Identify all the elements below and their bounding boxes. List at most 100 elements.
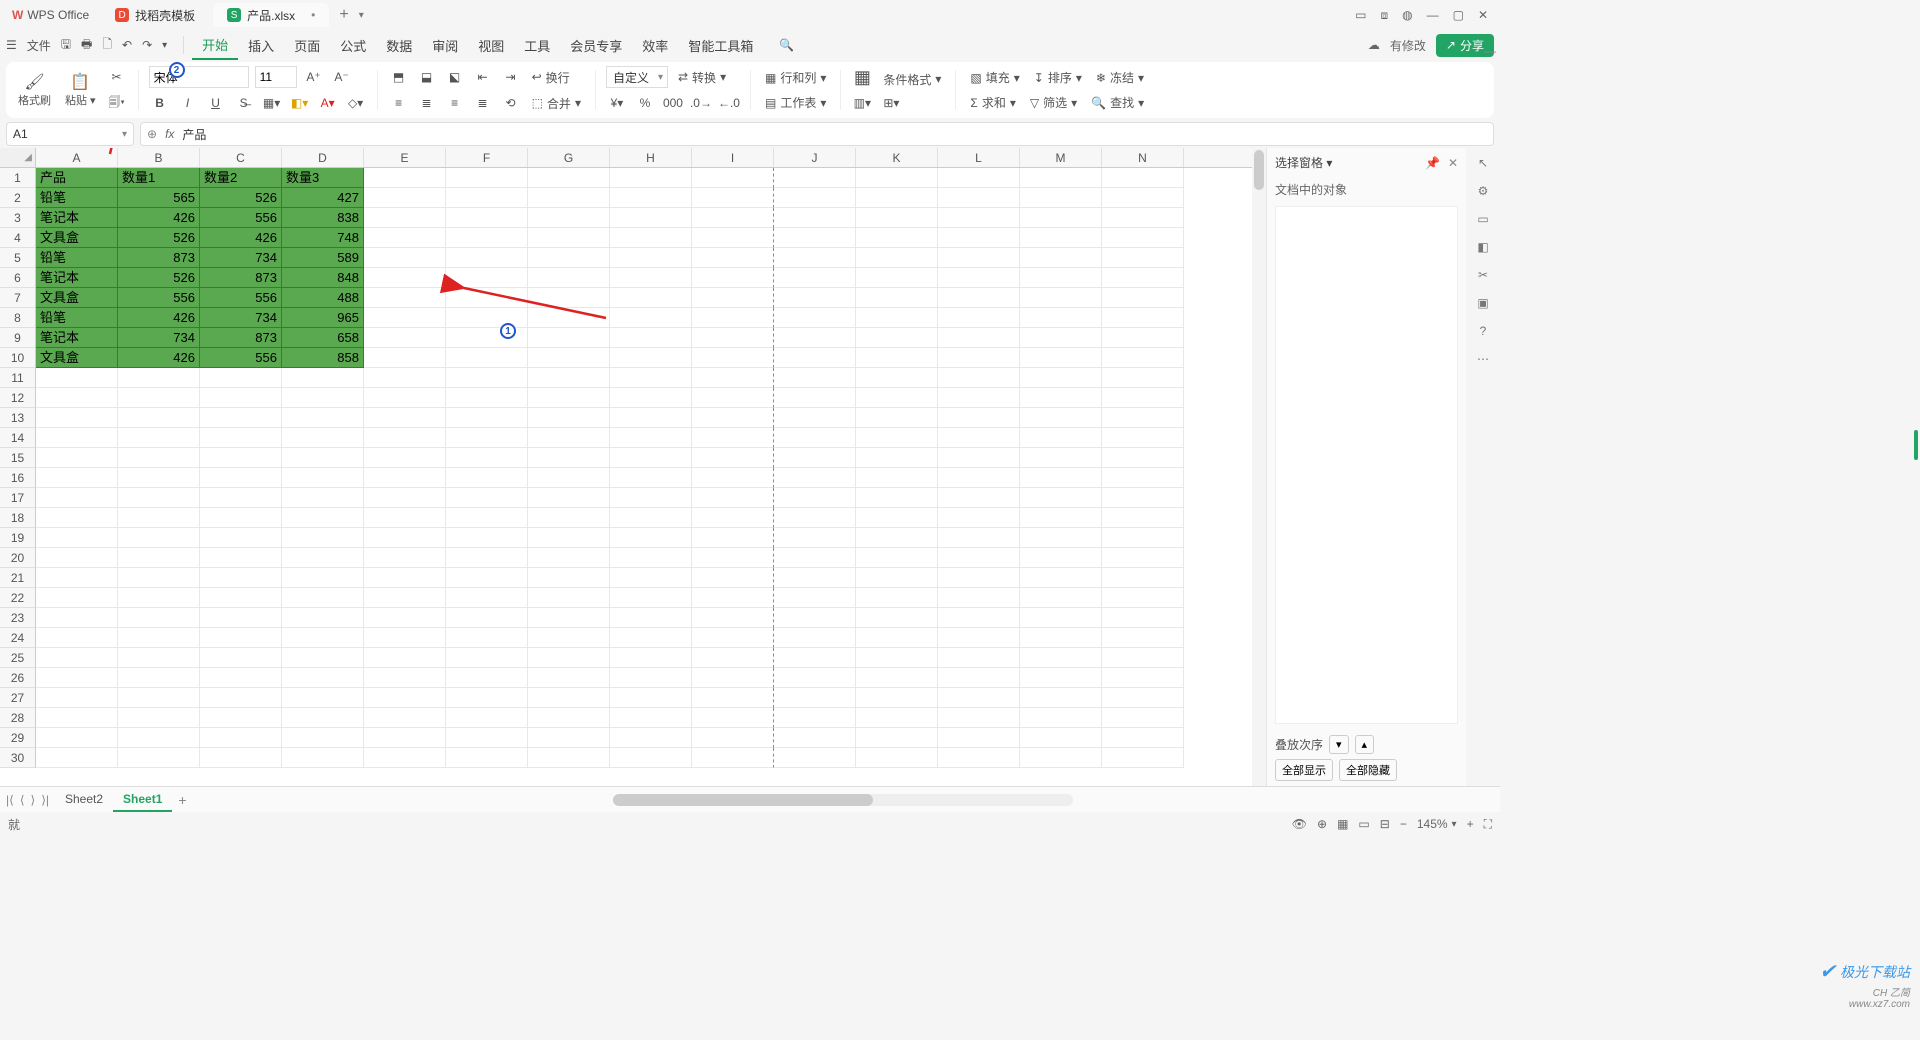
cell[interactable]	[118, 548, 200, 568]
cell[interactable]	[200, 388, 282, 408]
cell[interactable]	[856, 448, 938, 468]
cell[interactable]	[364, 288, 446, 308]
row-header[interactable]: 1	[0, 168, 36, 188]
col-header-F[interactable]: F	[446, 148, 528, 167]
cell[interactable]	[446, 308, 528, 328]
cell[interactable]	[528, 688, 610, 708]
cell[interactable]	[938, 208, 1020, 228]
cell[interactable]	[36, 588, 118, 608]
menu-效率[interactable]: 效率	[632, 32, 678, 59]
cell[interactable]: 数量1	[118, 168, 200, 188]
col-header-L[interactable]: L	[938, 148, 1020, 167]
cell[interactable]	[364, 668, 446, 688]
cell[interactable]	[610, 228, 692, 248]
view-page-icon[interactable]: ▭	[1358, 817, 1369, 831]
first-sheet-icon[interactable]: |⟨	[6, 793, 14, 807]
cell[interactable]	[938, 728, 1020, 748]
row-header[interactable]: 5	[0, 248, 36, 268]
cell[interactable]: 文具盒	[36, 348, 118, 368]
cell[interactable]	[1102, 588, 1184, 608]
cell[interactable]	[1020, 208, 1102, 228]
align-top-icon[interactable]: ⬒	[388, 66, 410, 88]
cell[interactable]	[692, 588, 774, 608]
cell[interactable]	[1020, 388, 1102, 408]
cell[interactable]	[446, 288, 528, 308]
cell[interactable]	[446, 208, 528, 228]
cell[interactable]	[1020, 688, 1102, 708]
row-header[interactable]: 13	[0, 408, 36, 428]
hide-all-button[interactable]: 全部隐藏	[1339, 759, 1397, 781]
cell[interactable]	[1102, 248, 1184, 268]
cell[interactable]	[610, 648, 692, 668]
cell[interactable]	[610, 528, 692, 548]
cell[interactable]	[200, 608, 282, 628]
cell[interactable]	[692, 468, 774, 488]
cell[interactable]	[364, 328, 446, 348]
cell[interactable]	[446, 608, 528, 628]
cell[interactable]	[774, 668, 856, 688]
close-icon[interactable]: ✕	[1448, 156, 1458, 170]
cell[interactable]	[1020, 428, 1102, 448]
table-style-icon[interactable]: ▦	[851, 66, 873, 88]
cell[interactable]	[856, 508, 938, 528]
cell[interactable]	[610, 508, 692, 528]
cell[interactable]	[856, 168, 938, 188]
cell[interactable]	[774, 548, 856, 568]
justify-icon[interactable]: ≣	[472, 92, 494, 114]
cell[interactable]	[364, 528, 446, 548]
cell[interactable]: 556	[200, 348, 282, 368]
cell[interactable]	[364, 688, 446, 708]
cell[interactable]	[856, 608, 938, 628]
cell[interactable]: 748	[282, 228, 364, 248]
cell[interactable]	[200, 728, 282, 748]
cell[interactable]: 426	[118, 308, 200, 328]
layout-tool-icon[interactable]: ▭	[1477, 212, 1488, 226]
cell[interactable]	[364, 168, 446, 188]
cell[interactable]	[856, 408, 938, 428]
menu-公式[interactable]: 公式	[330, 32, 376, 59]
window-maximize[interactable]: ▢	[1453, 8, 1464, 22]
cell[interactable]	[118, 368, 200, 388]
cell[interactable]	[364, 488, 446, 508]
row-header[interactable]: 4	[0, 228, 36, 248]
cell[interactable]: 873	[118, 248, 200, 268]
cell[interactable]	[610, 608, 692, 628]
undo-icon[interactable]: ↶	[122, 38, 132, 52]
cell[interactable]	[528, 708, 610, 728]
cell[interactable]	[938, 428, 1020, 448]
col-header-E[interactable]: E	[364, 148, 446, 167]
cell[interactable]	[282, 468, 364, 488]
cell[interactable]	[856, 628, 938, 648]
cell[interactable]	[1102, 688, 1184, 708]
cell[interactable]	[1020, 228, 1102, 248]
cell[interactable]: 427	[282, 188, 364, 208]
row-header[interactable]: 8	[0, 308, 36, 328]
cell[interactable]	[610, 448, 692, 468]
search-icon[interactable]: 🔍	[779, 38, 794, 52]
cell[interactable]	[774, 408, 856, 428]
more-tools-icon[interactable]: ⋯	[1477, 352, 1489, 366]
cell[interactable]	[692, 228, 774, 248]
cell[interactable]	[1102, 408, 1184, 428]
cell[interactable]	[1102, 748, 1184, 768]
cell[interactable]: 734	[118, 328, 200, 348]
cell[interactable]	[1102, 168, 1184, 188]
qat-dropdown-icon[interactable]: ▾	[162, 40, 167, 51]
row-header[interactable]: 28	[0, 708, 36, 728]
cell[interactable]	[200, 408, 282, 428]
spreadsheet-grid[interactable]: ◢ ABCDEFGHIJKLMN 1产品数量1数量2数量32铅笔56552642…	[0, 148, 1266, 786]
cell[interactable]	[200, 448, 282, 468]
cell[interactable]	[364, 748, 446, 768]
cell[interactable]	[938, 468, 1020, 488]
cell[interactable]	[856, 668, 938, 688]
cell-style-icon[interactable]: ▥▾	[851, 92, 873, 114]
cell[interactable]	[692, 208, 774, 228]
cell[interactable]	[938, 528, 1020, 548]
cell[interactable]	[938, 188, 1020, 208]
cell[interactable]: 873	[200, 268, 282, 288]
col-header-A[interactable]: A	[36, 148, 118, 167]
cell[interactable]	[200, 688, 282, 708]
settings-tool-icon[interactable]: ⚙	[1478, 184, 1489, 198]
cell[interactable]	[364, 248, 446, 268]
indent-increase-icon[interactable]: ⇥	[500, 66, 522, 88]
